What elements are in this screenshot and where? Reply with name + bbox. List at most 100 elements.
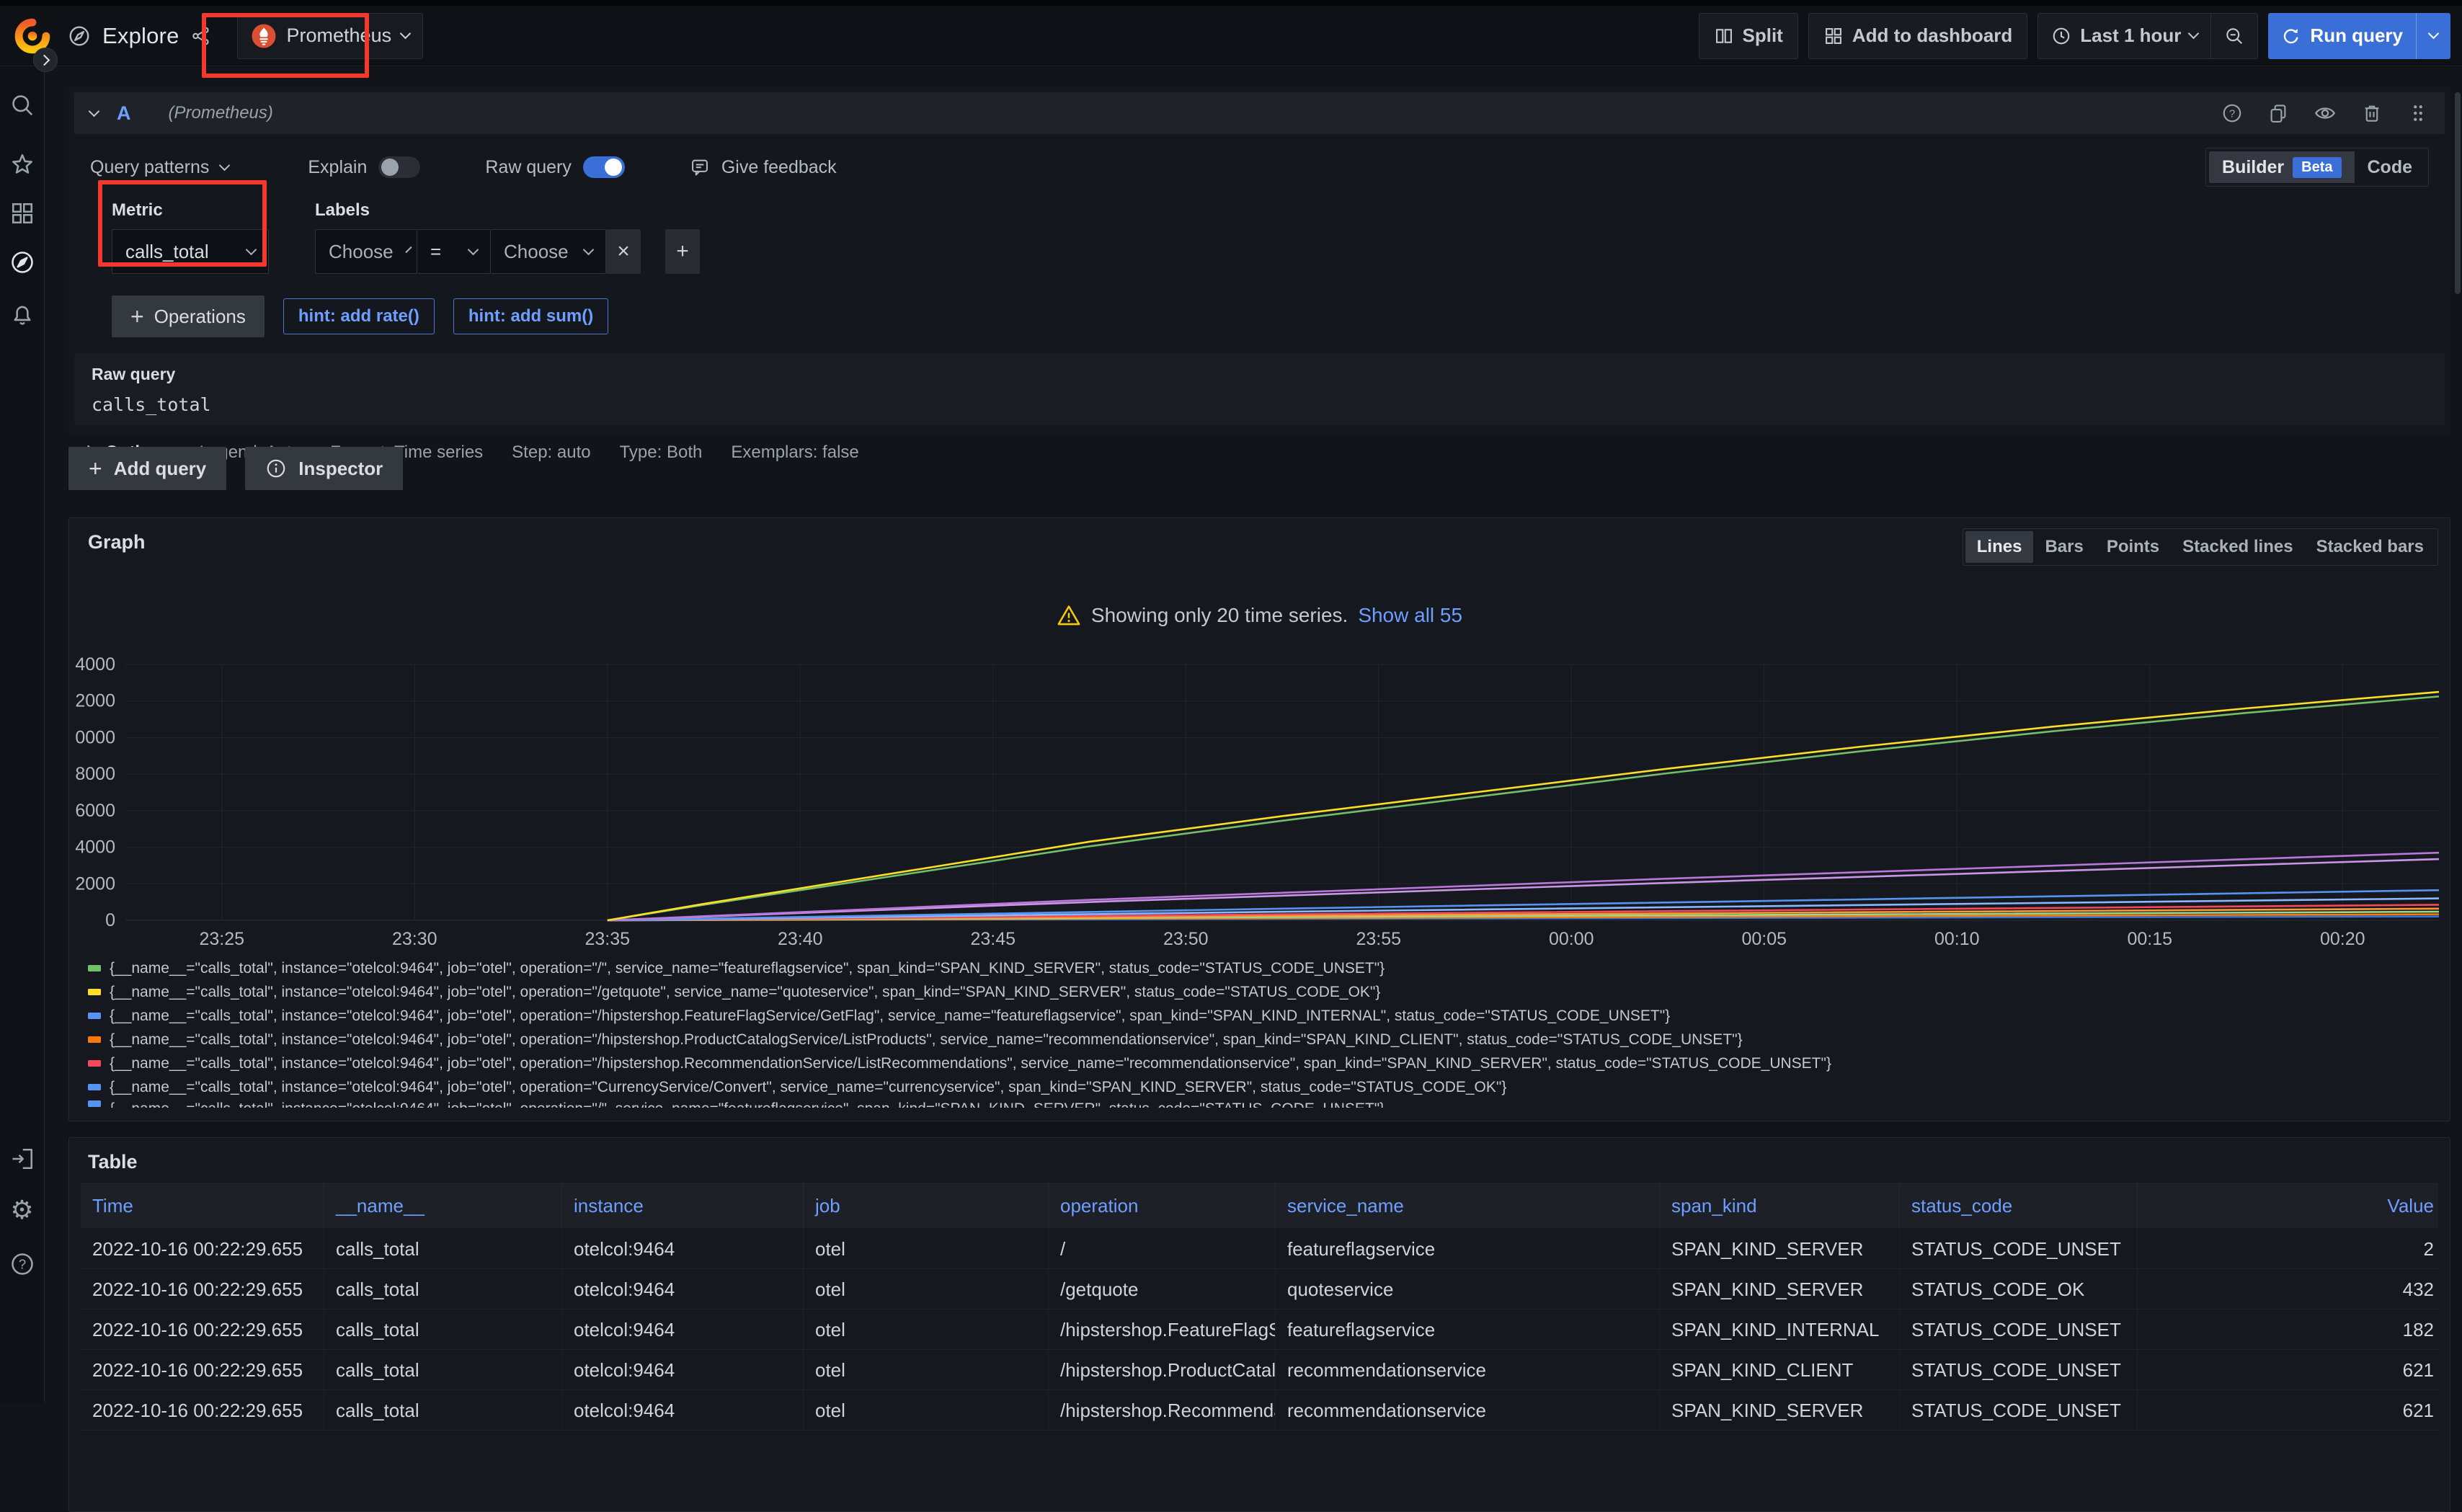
trash-icon[interactable] — [2361, 102, 2383, 124]
query-ref-id: A — [117, 102, 131, 125]
warning-text: Showing only 20 time series. — [1091, 604, 1348, 627]
zoom-out-button[interactable] — [2211, 14, 2257, 58]
star-icon[interactable] — [9, 151, 35, 177]
share-alt-icon[interactable] — [191, 26, 211, 46]
add-to-dashboard-button[interactable]: Add to dashboard — [1808, 13, 2027, 59]
table-cell: 621 — [2138, 1350, 2438, 1390]
query-patterns-dropdown[interactable]: Query patterns — [90, 157, 228, 178]
column-header-spankind[interactable]: span_kind — [1660, 1183, 1900, 1229]
column-header-value[interactable]: Value — [2138, 1183, 2438, 1229]
legend-item[interactable]: {__name__="calls_total", instance="otelc… — [88, 1028, 2435, 1051]
legend-item[interactable]: {__name__="calls_total", instance="otelc… — [88, 956, 2435, 980]
legend-label: {__name__="calls_total", instance="otelc… — [110, 960, 1385, 977]
sign-in-icon[interactable] — [9, 1146, 35, 1172]
code-mode-button[interactable]: Code — [2355, 151, 2426, 183]
column-header-job[interactable]: job — [804, 1183, 1049, 1229]
label-key-placeholder: Choose — [329, 241, 394, 263]
column-header-servicename[interactable]: service_name — [1276, 1183, 1660, 1229]
table-cell: 2022-10-16 00:22:29.655 — [81, 1390, 324, 1431]
time-series-chart[interactable]: 0200040006000800010000120001400023:2523:… — [75, 648, 2445, 951]
legend-item[interactable]: {__name__="calls_total", instance="otelc… — [88, 1075, 2435, 1099]
time-range-button[interactable]: Last 1 hour — [2038, 14, 2210, 58]
series-limit-warning: Showing only 20 time series. Show all 55 — [69, 603, 2450, 628]
graph-panel-title: Graph — [88, 531, 146, 553]
search-icon[interactable] — [9, 92, 35, 118]
label-value-select[interactable]: Choose — [491, 229, 606, 274]
column-header-name[interactable]: __name__ — [324, 1183, 562, 1229]
comment-icon — [690, 157, 710, 177]
graph-mode-bars[interactable]: Bars — [2033, 531, 2094, 563]
legend-swatch — [88, 1013, 101, 1019]
split-button[interactable]: Split — [1699, 13, 1798, 59]
legend-swatch — [88, 1060, 101, 1067]
table-cell: calls_total — [324, 1350, 562, 1390]
table-cell: STATUS_CODE_UNSET — [1900, 1390, 2138, 1431]
table-cell: SPAN_KIND_SERVER — [1660, 1269, 1900, 1309]
legend-swatch — [88, 1100, 101, 1107]
legend-swatch — [88, 1036, 101, 1043]
column-header-time[interactable]: Time — [81, 1183, 324, 1229]
run-query-caret[interactable] — [2417, 13, 2450, 59]
drag-handle-icon[interactable] — [2407, 102, 2429, 124]
metric-label: Metric — [112, 200, 269, 221]
table-cell: otel — [804, 1229, 1049, 1269]
scrollbar-thumb[interactable] — [2455, 92, 2461, 294]
run-query-button[interactable]: Run query — [2268, 13, 2450, 59]
graph-mode-lines[interactable]: Lines — [1965, 531, 2034, 563]
graph-mode-stacked-lines[interactable]: Stacked lines — [2171, 531, 2304, 563]
metric-select[interactable]: calls_total — [112, 229, 269, 274]
add-query-label: Add query — [114, 458, 207, 480]
split-label: Split — [1743, 25, 1783, 47]
apps-icon[interactable] — [9, 200, 35, 226]
column-header-operation[interactable]: operation — [1049, 1183, 1276, 1229]
label-operator-select[interactable]: = — [417, 229, 491, 274]
show-all-series-link[interactable]: Show all 55 — [1358, 604, 1462, 627]
table-cell: 2022-10-16 00:22:29.655 — [81, 1350, 324, 1390]
table-cell: 182 — [2138, 1309, 2438, 1350]
raw-query-text: calls_total — [92, 394, 2427, 415]
legend-item[interactable]: {__name__="calls_total", instance="otelc… — [88, 1051, 2435, 1075]
bell-icon[interactable] — [9, 301, 35, 327]
eye-icon[interactable] — [2314, 102, 2337, 125]
table-cell: SPAN_KIND_SERVER — [1660, 1390, 1900, 1431]
raw-query-title: Raw query — [92, 365, 2427, 384]
remove-label-filter-button[interactable]: × — [606, 229, 641, 274]
column-header-instance[interactable]: instance — [562, 1183, 804, 1229]
hint-add-rate-button[interactable]: hint: add rate() — [283, 298, 435, 334]
graph-mode-points[interactable]: Points — [2095, 531, 2171, 563]
datasource-picker[interactable]: Prometheus — [237, 13, 424, 59]
graph-mode-stacked-bars[interactable]: Stacked bars — [2305, 531, 2435, 563]
hint-add-sum-button[interactable]: hint: add sum() — [453, 298, 608, 334]
svg-text:0: 0 — [105, 910, 115, 930]
explore-compass-icon[interactable] — [9, 249, 35, 275]
svg-text:00:05: 00:05 — [1741, 929, 1787, 949]
table-panel: Table Time__name__instancejoboperationse… — [68, 1137, 2450, 1512]
gear-icon[interactable]: ⚙ — [10, 1198, 33, 1224]
add-query-button[interactable]: + Add query — [68, 447, 226, 490]
table-cell: otel — [804, 1350, 1049, 1390]
svg-text:23:45: 23:45 — [970, 929, 1016, 949]
legend-item[interactable]: {__name__="calls_total", instance="otelc… — [88, 980, 2435, 1004]
inspector-button[interactable]: Inspector — [245, 447, 403, 490]
add-label-filter-button[interactable]: + — [665, 229, 700, 274]
column-header-statuscode[interactable]: status_code — [1900, 1183, 2138, 1229]
svg-text:23:25: 23:25 — [199, 929, 244, 949]
copy-icon[interactable] — [2267, 102, 2289, 124]
label-operator-value: = — [430, 241, 441, 263]
legend-item[interactable]: {__name__="calls_total", instance="otelc… — [88, 1099, 2435, 1108]
operations-button[interactable]: + Operations — [112, 295, 265, 337]
table-cell: quoteservice — [1276, 1269, 1660, 1309]
collapse-chevron-icon[interactable] — [89, 105, 100, 117]
give-feedback-link[interactable]: Give feedback — [690, 157, 837, 178]
raw-query-toggle[interactable] — [583, 156, 625, 178]
builder-mode-button[interactable]: Builder Beta — [2209, 151, 2354, 183]
label-key-select[interactable]: Choose — [315, 229, 417, 274]
query-row-header[interactable]: A (Prometheus) ? — [74, 92, 2445, 134]
legend-item[interactable]: {__name__="calls_total", instance="otelc… — [88, 1004, 2435, 1028]
metric-field: Metric calls_total — [112, 200, 269, 274]
explain-toggle[interactable] — [378, 156, 420, 178]
sidebar: ⚙ ? — [0, 66, 45, 1402]
sidebar-expand-button[interactable] — [33, 48, 58, 72]
help-icon[interactable]: ? — [2221, 102, 2243, 124]
help-circle-icon[interactable]: ? — [9, 1251, 35, 1277]
